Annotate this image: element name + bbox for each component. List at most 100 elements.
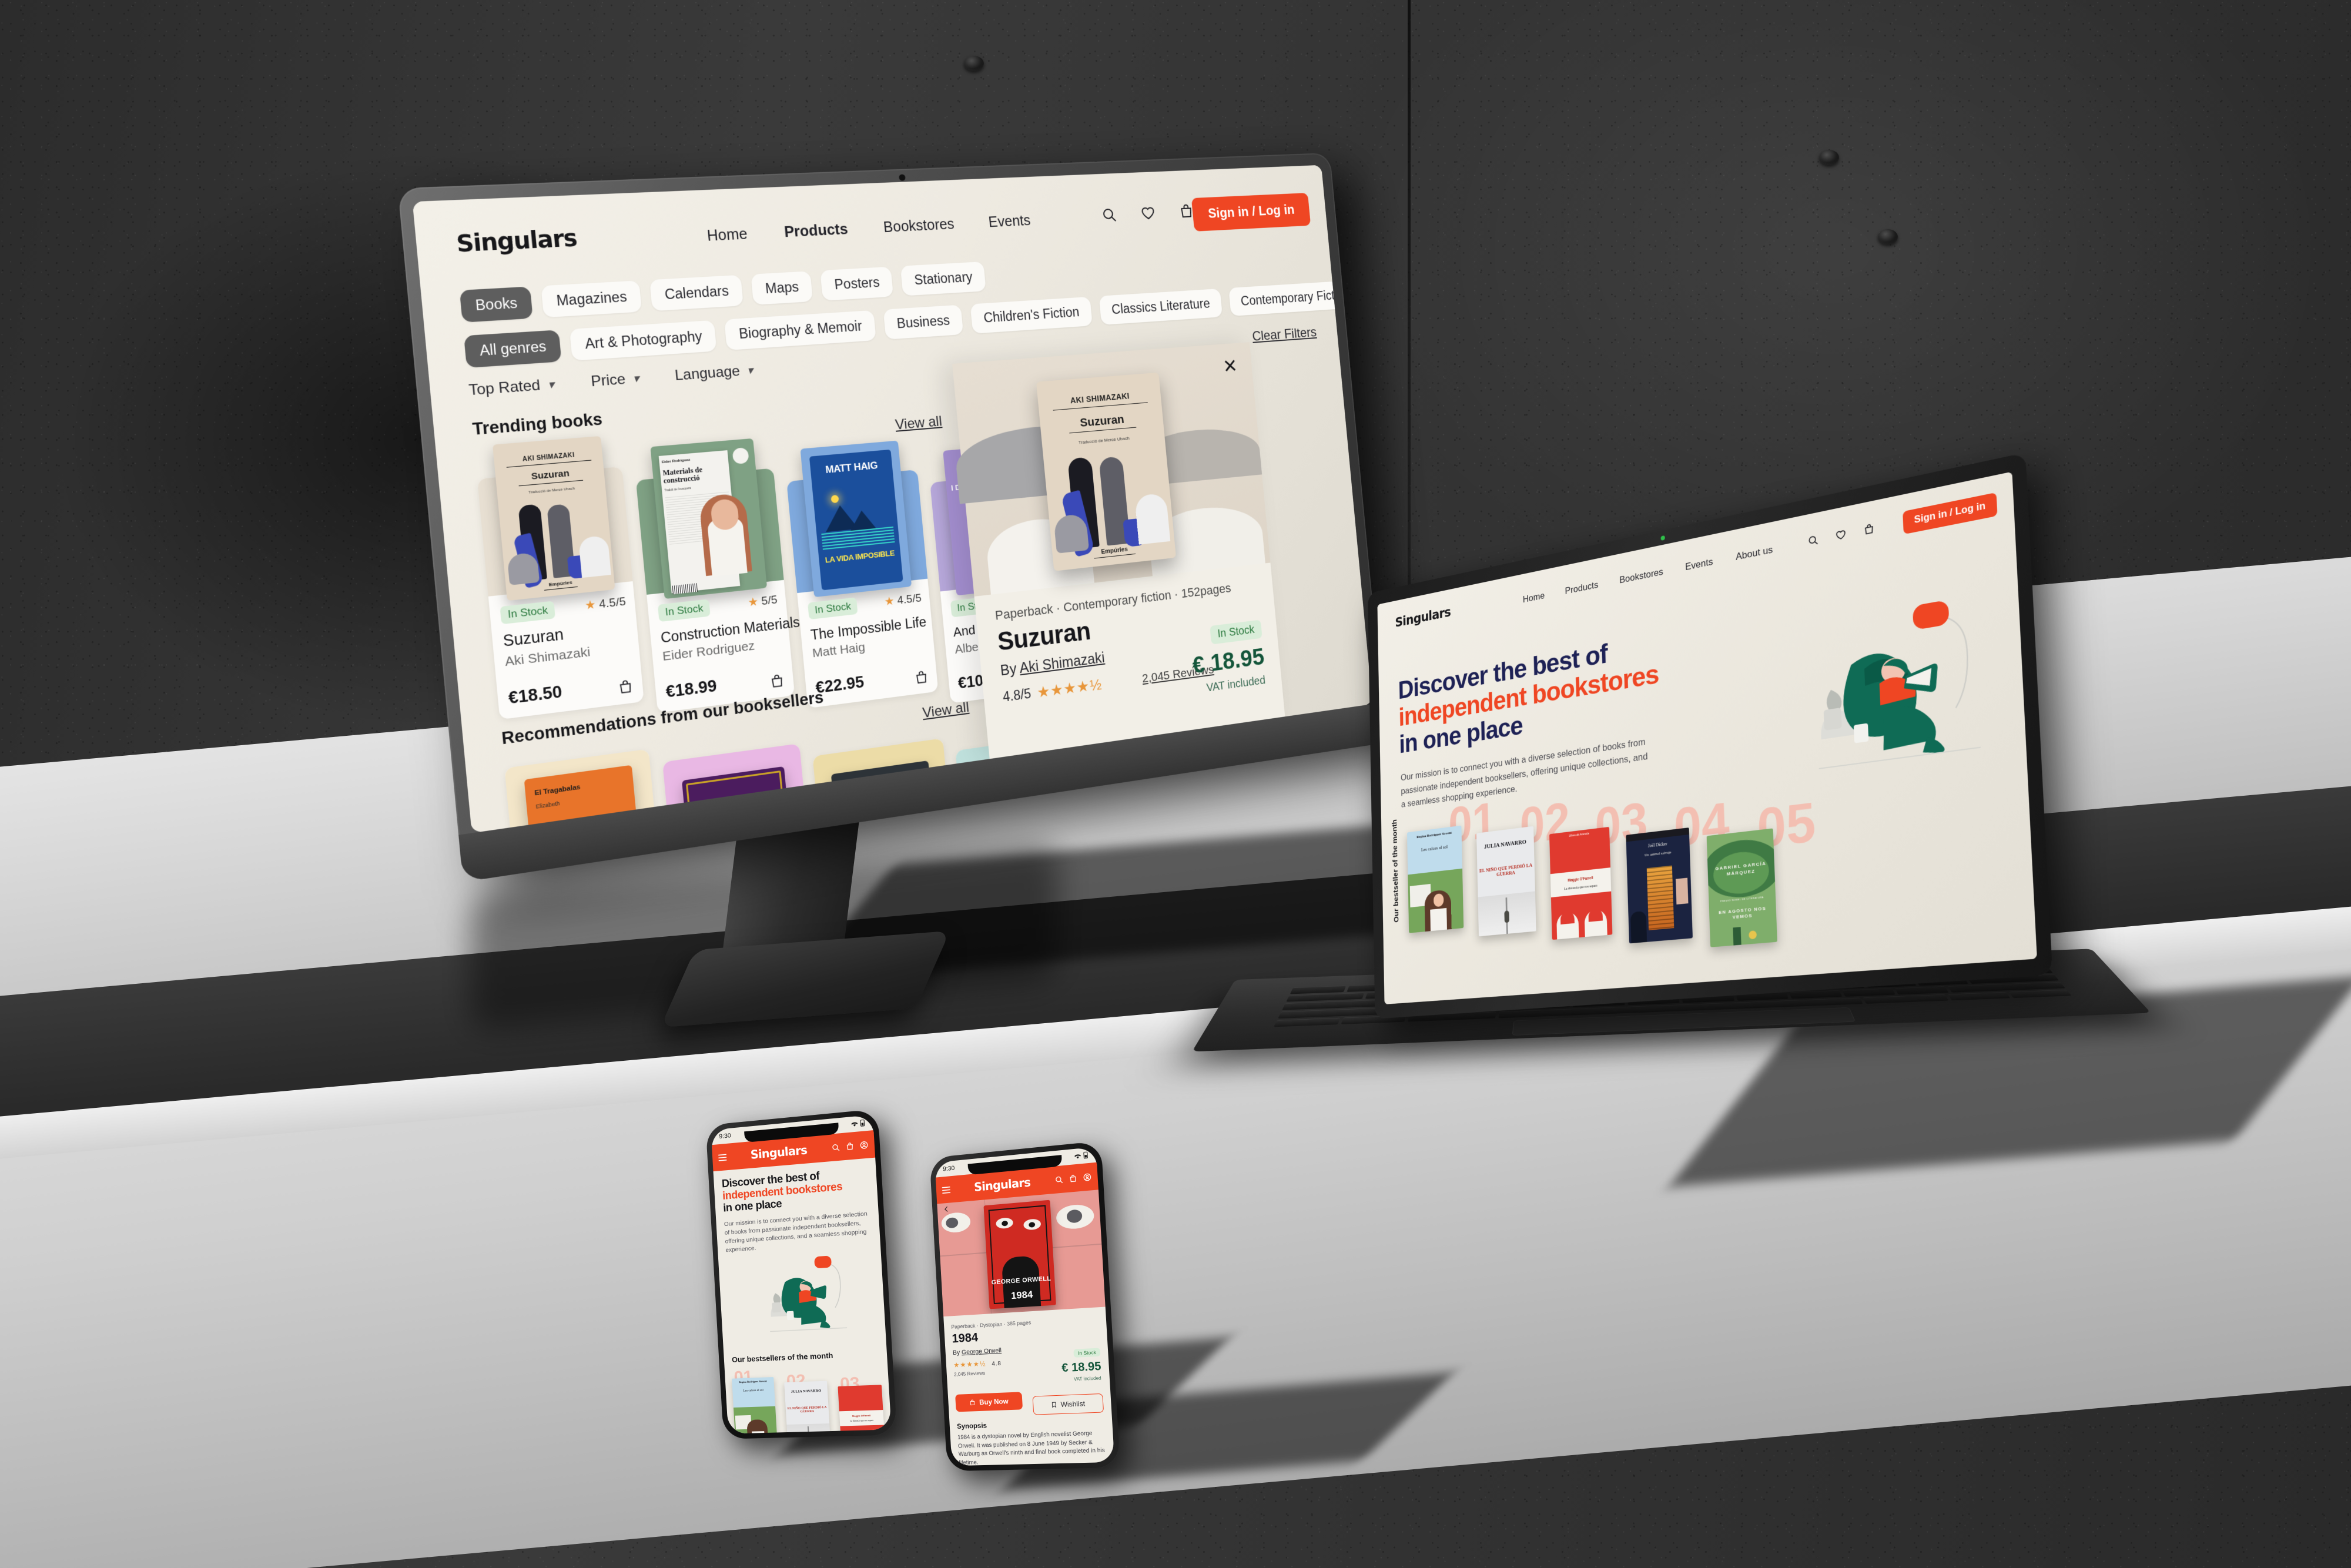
brand-logo[interactable]: Singulars	[974, 1175, 1031, 1194]
select-top-rated[interactable]: Top Rated ▾	[468, 376, 555, 400]
nav-item-home[interactable]: Home	[706, 226, 748, 245]
phone-screen: 9:30 Singulars GEORGE ORWELL 1984 Paperb…	[935, 1147, 1115, 1466]
search-icon[interactable]	[1054, 1175, 1064, 1184]
bestseller-cover[interactable]: Maggie O'Farrell La distancia que nos se…	[838, 1385, 886, 1434]
chip-biography-memoir[interactable]: Biography & Memoir	[724, 310, 876, 351]
bestseller-cover[interactable]: Llibres del Asteroide Maggie O'Farrell L…	[1549, 826, 1613, 940]
cover-title: Les calces al sol	[1421, 843, 1448, 853]
nav-item-products[interactable]: Products	[783, 221, 849, 242]
heart-icon[interactable]	[1835, 528, 1847, 542]
chevron-down-icon: ▾	[632, 372, 640, 386]
wishlist-button[interactable]: Wishlist	[1032, 1393, 1104, 1415]
hamburger-icon[interactable]	[718, 1153, 727, 1161]
cover-author: Regina Rodríguez Sirvent	[1416, 830, 1452, 839]
account-icon[interactable]	[859, 1140, 869, 1150]
sign-in-button[interactable]: Sign in / Log in	[1191, 193, 1311, 232]
synopsis-heading: Synopsis	[956, 1421, 987, 1430]
breadcrumb: Paperback · Dystopian · 385 pages	[951, 1319, 1032, 1330]
author-link[interactable]: Aki Shimazaki	[1019, 649, 1105, 676]
cover-author: AKI SHIMAZAKI	[1051, 390, 1148, 411]
view-all-trending[interactable]: View all	[895, 413, 943, 433]
nav-item-home[interactable]: Home	[1523, 590, 1545, 605]
reviews-link[interactable]: 2,045 Reviews	[954, 1370, 986, 1377]
status-badge: In Stock	[1073, 1348, 1101, 1358]
chip-childrens-fiction[interactable]: Children's Fiction	[970, 296, 1093, 334]
nav-item-bookstores[interactable]: Bookstores	[883, 216, 955, 236]
cover-title: EN AGOSTO NOS VEMOS	[1719, 905, 1767, 920]
product-detail-panel: ✕ AKI SHIMAZAKI Suzuran Traducció de Mer…	[952, 342, 1285, 759]
chip-stationary[interactable]: Stationary	[900, 261, 986, 296]
select-language[interactable]: Language ▾	[674, 362, 753, 384]
chip-art-photography[interactable]: Art & Photography	[570, 320, 717, 361]
nav-item-products[interactable]: Products	[1565, 579, 1599, 597]
product-price: € 18.95	[1061, 1359, 1102, 1375]
clear-filters-link[interactable]: Clear Filters	[1251, 325, 1317, 345]
search-icon[interactable]	[1807, 534, 1819, 548]
chip-books[interactable]: Books	[459, 286, 533, 323]
book-card[interactable]: AKI SHIMAZAKI Suzuran Traducció de Mercè…	[477, 435, 644, 720]
sign-in-button[interactable]: Sign in / Log in	[1903, 492, 1998, 535]
chevron-left-icon[interactable]	[943, 1205, 950, 1213]
chip-posters[interactable]: Posters	[820, 266, 894, 301]
vat-note: VAT included	[1073, 1375, 1101, 1382]
phone-bar-icons	[831, 1140, 869, 1152]
product-cover-image: GEORGE ORWELL 1984	[983, 1200, 1056, 1309]
cover-title: EL NIÑO QUE PERDIÓ LA GUERRA	[1479, 862, 1533, 877]
account-icon[interactable]	[1083, 1172, 1092, 1182]
view-all-recommendations[interactable]: View all	[922, 699, 970, 722]
reading-person-illustration	[742, 1255, 872, 1346]
brand-logo[interactable]: Singulars	[750, 1143, 807, 1161]
chip-business[interactable]: Business	[883, 304, 964, 340]
cover-publisher: Empúries	[1093, 545, 1136, 559]
nav-item-events[interactable]: Events	[988, 212, 1032, 231]
chip-magazines[interactable]: Magazines	[541, 280, 642, 318]
add-to-bag-icon[interactable]	[913, 669, 930, 686]
bestseller-cover[interactable]: Regina Rodríguez Sirvent Les calces al s…	[732, 1376, 778, 1434]
select-language-label: Language	[674, 363, 741, 384]
chip-calendars[interactable]: Calendars	[649, 274, 744, 311]
phone-bar-icons	[1054, 1172, 1092, 1184]
book-card[interactable]: MATT HAIG LA VIDA IMPOSIBLE In Stock ★ 4…	[786, 440, 939, 709]
book-rating-value: 4.5/5	[598, 595, 627, 611]
phone-hero: Discover the best of independent booksto…	[721, 1167, 873, 1255]
select-price[interactable]: Price ▾	[590, 370, 639, 390]
brand-logo[interactable]: Singulars	[1395, 604, 1451, 631]
book-card[interactable]: Eider Rodriguez Materials de construcció…	[635, 438, 801, 713]
bestseller-cover[interactable]: Joël Dicker Un animal salvaje	[1626, 827, 1693, 944]
nav-item-events[interactable]: Events	[1685, 556, 1713, 573]
bestseller-cover[interactable]: JULIA NAVARRO EL NIÑO QUE PERDIÓ LA GUER…	[1476, 826, 1536, 937]
bag-icon[interactable]	[1069, 1174, 1078, 1183]
book-card-meta: In Stock ★ 4.5/5 Suzuran Aki Shimazaki €…	[488, 581, 644, 719]
filter-select-row: Top Rated ▾ Price ▾ Language ▾	[468, 362, 753, 400]
chip-classics-literature[interactable]: Classics Literature	[1099, 289, 1223, 325]
heart-icon[interactable]	[1140, 205, 1157, 222]
author-link[interactable]: George Orwell	[962, 1347, 1002, 1356]
status-time: 9:30	[942, 1164, 955, 1173]
add-to-bag-icon[interactable]	[769, 672, 786, 690]
close-icon[interactable]: ✕	[1222, 356, 1238, 378]
bag-icon[interactable]	[1863, 522, 1875, 536]
nav-item-bookstores[interactable]: Bookstores	[1619, 566, 1663, 586]
product-rating: 4.8/5 ★★★★½	[1002, 675, 1103, 706]
search-icon[interactable]	[1100, 206, 1118, 224]
book-card-art: AKI SHIMAZAKI Suzuran Traducció de Mercè…	[477, 435, 633, 601]
star-icon: ★★★★½ 4.8	[953, 1359, 1002, 1369]
bestseller-cover[interactable]: Regina Rodríguez Sirvent Les calces al s…	[1406, 825, 1464, 933]
brand-logo[interactable]: Singulars	[455, 225, 578, 257]
buy-now-button[interactable]: Buy Now	[955, 1392, 1023, 1412]
search-icon[interactable]	[831, 1143, 840, 1152]
bestseller-cover[interactable]: JULIA NAVARRO EL NIÑO QUE PERDIÓ LA GUER…	[784, 1381, 831, 1434]
hamburger-icon[interactable]	[942, 1185, 951, 1194]
chip-maps[interactable]: Maps	[751, 271, 813, 305]
cover-author: AKI SHIMAZAKI	[505, 450, 592, 468]
bag-icon[interactable]	[845, 1141, 855, 1151]
wall-bolt	[1878, 229, 1898, 244]
page-title: 1984	[952, 1331, 979, 1346]
bestseller-cover[interactable]: GABRIEL GARCÍA MÁRQUEZ PREMIO NOBEL DE L…	[1706, 828, 1777, 947]
book-rating: ★ 4.5/5	[884, 591, 922, 609]
status-indicators	[1074, 1151, 1089, 1161]
wishlist-label: Wishlist	[1060, 1399, 1086, 1409]
chip-all-genres[interactable]: All genres	[464, 330, 562, 368]
nav-item-about-us[interactable]: About us	[1736, 544, 1773, 563]
add-to-bag-icon[interactable]	[617, 678, 634, 696]
